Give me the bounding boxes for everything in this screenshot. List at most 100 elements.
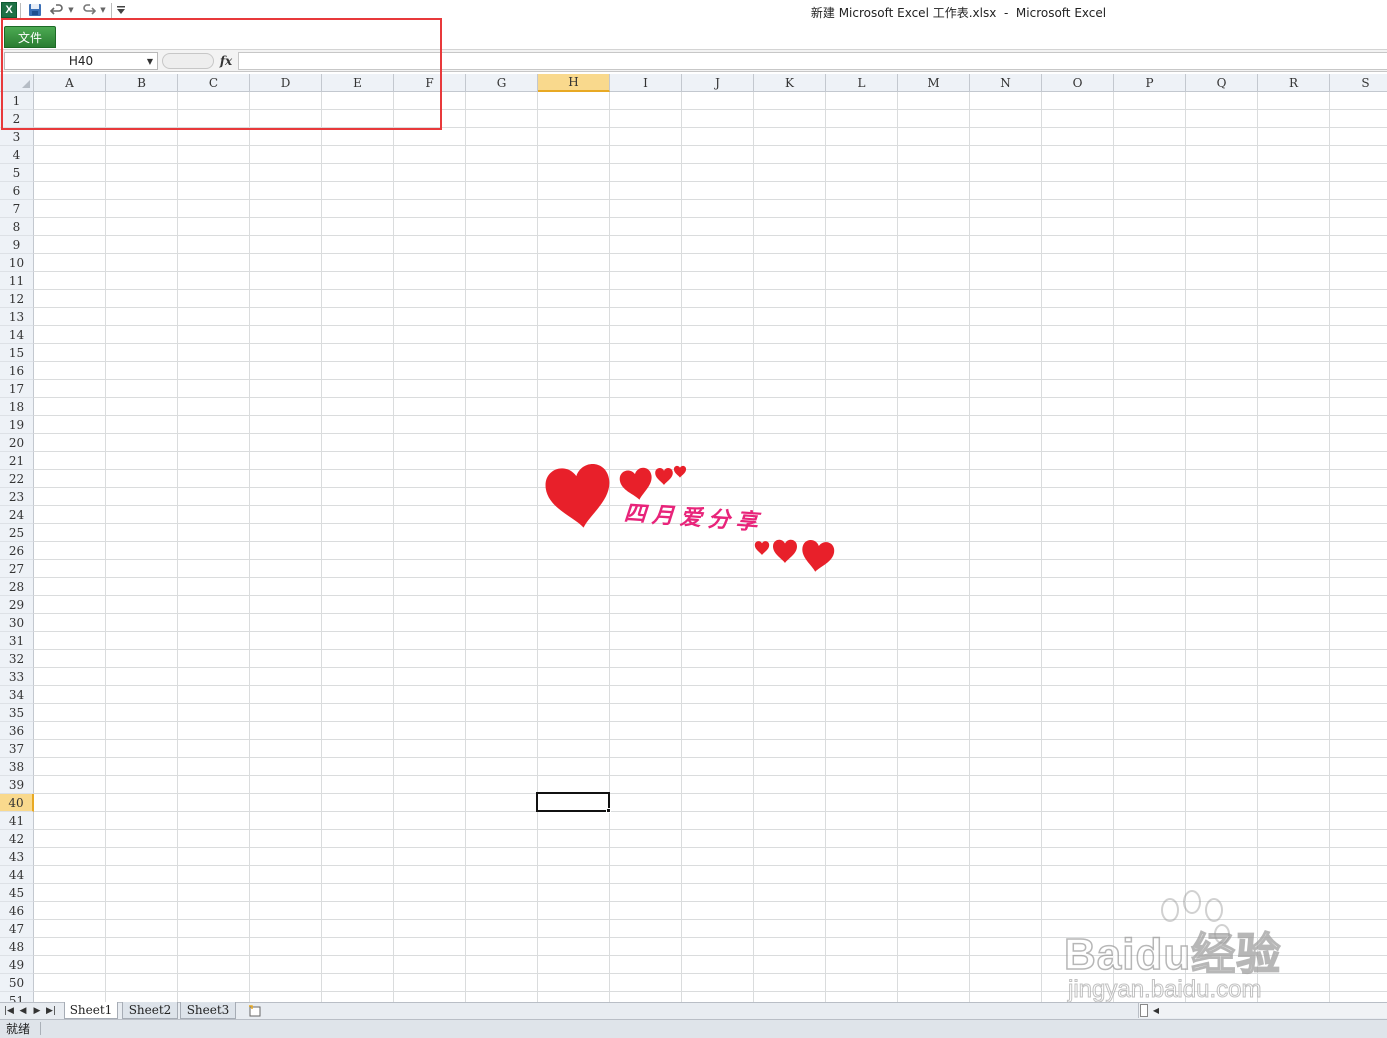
grid-row-line [34, 829, 1387, 830]
row-header-22[interactable]: 22 [0, 470, 34, 488]
row-header-40[interactable]: 40 [0, 794, 34, 812]
row-header-18[interactable]: 18 [0, 398, 34, 416]
first-sheet-icon[interactable]: |◀ [2, 1003, 16, 1018]
grid-row-line [34, 577, 1387, 578]
grid-row-line [34, 235, 1387, 236]
insert-sheet-icon[interactable] [246, 1003, 264, 1018]
row-header-12[interactable]: 12 [0, 290, 34, 308]
grid-row-line [34, 613, 1387, 614]
grid-row-line [34, 775, 1387, 776]
grid-row-line [34, 433, 1387, 434]
row-header-33[interactable]: 33 [0, 668, 34, 686]
column-header-r[interactable]: R [1258, 74, 1330, 92]
grid-row-line [34, 397, 1387, 398]
column-header-g[interactable]: G [466, 74, 538, 92]
row-header-15[interactable]: 15 [0, 344, 34, 362]
row-header-16[interactable]: 16 [0, 362, 34, 380]
row-header-10[interactable]: 10 [0, 254, 34, 272]
column-header-k[interactable]: K [754, 74, 826, 92]
row-header-19[interactable]: 19 [0, 416, 34, 434]
row-header-13[interactable]: 13 [0, 308, 34, 326]
row-header-41[interactable]: 41 [0, 812, 34, 830]
horizontal-scrollbar[interactable] [1138, 1003, 1387, 1018]
grid-row-line [34, 271, 1387, 272]
row-header-26[interactable]: 26 [0, 542, 34, 560]
row-header-37[interactable]: 37 [0, 740, 34, 758]
row-header-44[interactable]: 44 [0, 866, 34, 884]
grid-row-line [34, 595, 1387, 596]
column-header-m[interactable]: M [898, 74, 970, 92]
row-header-36[interactable]: 36 [0, 722, 34, 740]
row-header-4[interactable]: 4 [0, 146, 34, 164]
grid-row-line [34, 721, 1387, 722]
row-header-32[interactable]: 32 [0, 650, 34, 668]
sheet-tab-sheet1[interactable]: Sheet1 [64, 1002, 118, 1019]
row-header-45[interactable]: 45 [0, 884, 34, 902]
row-header-11[interactable]: 11 [0, 272, 34, 290]
column-header-h[interactable]: H [538, 74, 610, 92]
watermark-brand: Baidu经验 [1063, 929, 1282, 980]
column-header-s[interactable]: S [1330, 74, 1387, 92]
row-header-25[interactable]: 25 [0, 524, 34, 542]
row-header-47[interactable]: 47 [0, 920, 34, 938]
row-header-17[interactable]: 17 [0, 380, 34, 398]
column-header-l[interactable]: L [826, 74, 898, 92]
scroll-left-icon[interactable]: ◀ [1150, 1004, 1162, 1017]
row-header-51[interactable]: 51 [0, 992, 34, 1002]
grid-row-line [34, 811, 1387, 812]
prev-sheet-icon[interactable]: ◀ [16, 1003, 30, 1018]
grid-row-line [34, 793, 1387, 794]
row-header-14[interactable]: 14 [0, 326, 34, 344]
row-header-39[interactable]: 39 [0, 776, 34, 794]
row-header-27[interactable]: 27 [0, 560, 34, 578]
row-header-49[interactable]: 49 [0, 956, 34, 974]
column-header-q[interactable]: Q [1186, 74, 1258, 92]
fill-handle[interactable] [606, 808, 611, 813]
sheet-tab-sheet3[interactable]: Sheet3 [180, 1002, 236, 1019]
row-header-38[interactable]: 38 [0, 758, 34, 776]
row-header-20[interactable]: 20 [0, 434, 34, 452]
grid-row-line [34, 325, 1387, 326]
status-bar [0, 1019, 1387, 1038]
row-header-23[interactable]: 23 [0, 488, 34, 506]
last-sheet-icon[interactable]: ▶| [44, 1003, 58, 1018]
grid-row-line [34, 757, 1387, 758]
tab-split-handle[interactable] [1140, 1004, 1148, 1017]
row-header-31[interactable]: 31 [0, 632, 34, 650]
row-header-9[interactable]: 9 [0, 236, 34, 254]
grid-row-line [34, 145, 1387, 146]
grid-row-line [34, 847, 1387, 848]
row-header-5[interactable]: 5 [0, 164, 34, 182]
grid-row-line [34, 361, 1387, 362]
grid-row-line [34, 181, 1387, 182]
row-header-7[interactable]: 7 [0, 200, 34, 218]
row-header-29[interactable]: 29 [0, 596, 34, 614]
row-header-6[interactable]: 6 [0, 182, 34, 200]
row-header-28[interactable]: 28 [0, 578, 34, 596]
row-header-3[interactable]: 3 [0, 128, 34, 146]
column-header-n[interactable]: N [970, 74, 1042, 92]
grid-row-line [34, 883, 1387, 884]
column-header-o[interactable]: O [1042, 74, 1114, 92]
row-header-30[interactable]: 30 [0, 614, 34, 632]
next-sheet-icon[interactable]: ▶ [30, 1003, 44, 1018]
grid-row-line [34, 289, 1387, 290]
grid-row-line [34, 307, 1387, 308]
column-header-i[interactable]: I [610, 74, 682, 92]
column-header-j[interactable]: J [682, 74, 754, 92]
row-header-24[interactable]: 24 [0, 506, 34, 524]
active-cell-outline[interactable] [536, 792, 610, 812]
row-header-34[interactable]: 34 [0, 686, 34, 704]
row-header-50[interactable]: 50 [0, 974, 34, 992]
grid-row-line [34, 631, 1387, 632]
row-header-21[interactable]: 21 [0, 452, 34, 470]
grid-row-line [34, 739, 1387, 740]
row-header-43[interactable]: 43 [0, 848, 34, 866]
sheet-tab-sheet2[interactable]: Sheet2 [122, 1002, 178, 1019]
row-header-42[interactable]: 42 [0, 830, 34, 848]
row-header-8[interactable]: 8 [0, 218, 34, 236]
row-header-35[interactable]: 35 [0, 704, 34, 722]
column-header-p[interactable]: P [1114, 74, 1186, 92]
row-header-48[interactable]: 48 [0, 938, 34, 956]
row-header-46[interactable]: 46 [0, 902, 34, 920]
